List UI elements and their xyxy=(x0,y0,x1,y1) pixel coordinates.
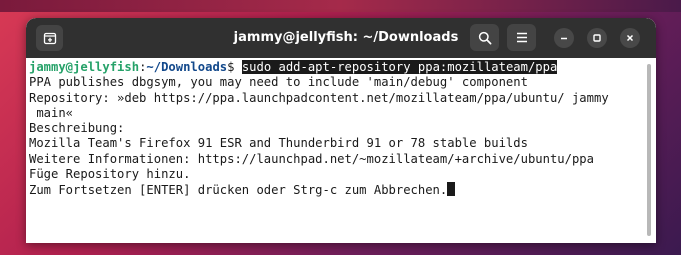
command-text[interactable]: sudo add-apt-repository ppa:mozillateam/… xyxy=(241,60,558,74)
prompt-line: jammy@jellyfish:~/Downloads$ sudo add-ap… xyxy=(29,60,642,75)
prompt-symbol: $ xyxy=(227,60,242,74)
output-line: Repository: »deb https://ppa.launchpadco… xyxy=(29,90,609,105)
hamburger-menu-icon xyxy=(516,32,527,43)
output-line: Füge Repository hinzu. xyxy=(29,167,191,182)
terminal-cursor xyxy=(447,182,456,197)
desktop-background xyxy=(0,0,681,12)
confirm-prompt-text: Zum Fortsetzen [ENTER] drücken oder Strg… xyxy=(29,183,448,198)
minimize-button[interactable] xyxy=(554,28,574,48)
output-line: main« xyxy=(29,105,74,120)
prompt-user: jammy@jellyfish xyxy=(29,60,140,74)
maximize-button[interactable] xyxy=(587,28,607,48)
menu-button[interactable] xyxy=(507,24,536,51)
output-line: Weitere Informationen: https://launchpad… xyxy=(29,151,594,166)
search-icon xyxy=(478,31,491,44)
minimize-icon xyxy=(561,37,567,40)
search-button[interactable] xyxy=(470,24,499,51)
terminal-output[interactable]: jammy@jellyfish:~/Downloads$ sudo add-ap… xyxy=(26,58,642,243)
close-icon xyxy=(626,34,634,42)
maximize-icon xyxy=(593,34,601,42)
output-line-last: Zum Fortsetzen [ENTER] drücken oder Strg… xyxy=(29,182,642,197)
output-line: Beschreibung: xyxy=(29,121,125,136)
titlebar[interactable]: jammy@jellyfish: ~/Downloads xyxy=(26,18,656,58)
prompt-path: ~/Downloads xyxy=(146,60,228,74)
output-line: PPA publishes dbgsym, you may need to in… xyxy=(29,75,528,90)
close-button[interactable] xyxy=(620,28,640,48)
output-line: Mozilla Team's Firefox 91 ESR and Thunde… xyxy=(29,136,528,151)
terminal-window: jammy@jellyfish: ~/Downloads jammy@jelly… xyxy=(26,18,656,243)
scrollbar[interactable] xyxy=(647,64,651,236)
